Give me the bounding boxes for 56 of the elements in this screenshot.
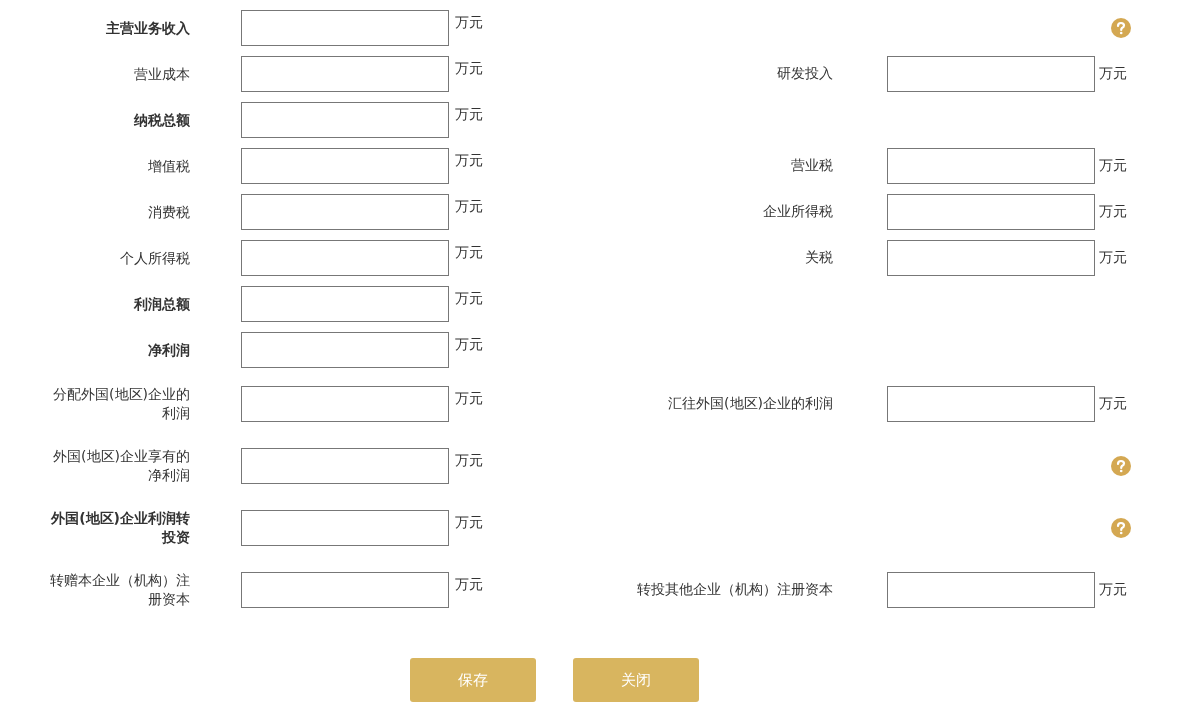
input-field[interactable] <box>887 148 1095 184</box>
unit-label: 万元 <box>455 390 484 408</box>
input-field[interactable] <box>887 240 1095 276</box>
field-label: 主营业务收入 <box>106 18 190 38</box>
field-label: 转投其他企业（机构）注册资本 <box>636 581 833 599</box>
input-field[interactable] <box>241 386 449 422</box>
unit-label: 万元 <box>455 106 484 124</box>
field-label: 增值税 <box>148 156 190 176</box>
unit-label: 万元 <box>1099 65 1128 83</box>
unit-label: 万元 <box>455 244 484 262</box>
input-field[interactable] <box>241 332 449 368</box>
field-label: 营业税 <box>790 157 833 175</box>
field-label: 企业所得税 <box>762 203 833 221</box>
field-label: 研发投入 <box>776 65 833 83</box>
unit-label: 万元 <box>1099 249 1128 267</box>
input-field[interactable] <box>241 10 449 46</box>
field-label: 营业成本 <box>134 64 190 84</box>
unit-label: 万元 <box>455 152 484 170</box>
unit-label: 万元 <box>455 60 484 78</box>
unit-label: 万元 <box>1099 203 1128 221</box>
save-button[interactable]: 保存 <box>410 658 536 702</box>
field-label: 纳税总额 <box>134 110 190 130</box>
field-label: 分配外国(地区)企业的利润 <box>52 385 190 423</box>
unit-label: 万元 <box>455 336 484 354</box>
input-field[interactable] <box>241 194 449 230</box>
unit-label: 万元 <box>1099 395 1128 413</box>
field-label: 转赠本企业（机构）注册资本 <box>50 571 190 609</box>
field-label: 利润总额 <box>134 294 190 314</box>
input-field[interactable] <box>887 572 1095 608</box>
unit-label: 万元 <box>455 290 484 308</box>
field-label: 消费税 <box>148 202 190 222</box>
input-field[interactable] <box>241 102 449 138</box>
unit-label: 万元 <box>455 576 484 594</box>
input-field[interactable] <box>241 510 449 546</box>
field-label: 净利润 <box>148 340 190 360</box>
unit-label: 万元 <box>1099 157 1128 175</box>
input-field[interactable] <box>887 194 1095 230</box>
field-label: 外国(地区)企业享有的净利润 <box>52 447 190 485</box>
input-field[interactable] <box>241 286 449 322</box>
field-label: 汇往外国(地区)企业的利润 <box>667 395 833 413</box>
input-field[interactable] <box>241 240 449 276</box>
unit-label: 万元 <box>455 452 484 470</box>
field-label: 外国(地区)企业利润转投资 <box>50 509 190 547</box>
input-field[interactable] <box>241 572 449 608</box>
unit-label: 万元 <box>455 514 484 532</box>
unit-label: 万元 <box>455 198 484 216</box>
input-field[interactable] <box>241 148 449 184</box>
field-label: 关税 <box>804 249 833 267</box>
input-field[interactable] <box>241 448 449 484</box>
input-field[interactable] <box>241 56 449 92</box>
input-field[interactable] <box>887 386 1095 422</box>
close-button[interactable]: 关闭 <box>573 658 699 702</box>
unit-label: 万元 <box>1099 581 1128 599</box>
field-label: 个人所得税 <box>120 248 190 268</box>
input-field[interactable] <box>887 56 1095 92</box>
unit-label: 万元 <box>455 14 484 32</box>
